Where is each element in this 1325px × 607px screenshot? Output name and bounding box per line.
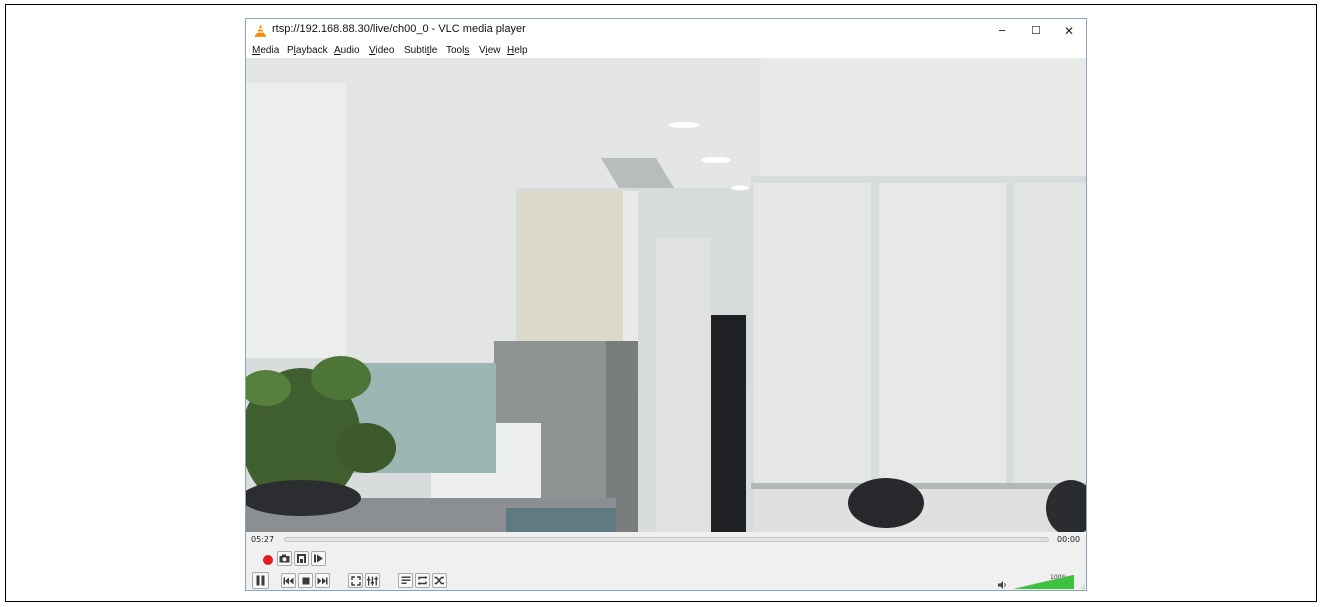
stop-icon xyxy=(302,577,309,584)
record-icon xyxy=(262,554,273,565)
menu-tools[interactable]: Tools xyxy=(446,45,469,56)
minimize-button[interactable]: − xyxy=(985,19,1019,43)
previous-icon xyxy=(283,577,294,584)
resize-grip[interactable] xyxy=(1079,583,1085,589)
playback-controls: 05:27 00:00 100% xyxy=(246,532,1086,590)
title-bar: rtsp://192.168.88.30/live/ch00_0 - VLC m… xyxy=(246,19,1086,43)
speaker-icon[interactable] xyxy=(998,581,1008,589)
camera-icon xyxy=(279,554,290,563)
equalizer-icon xyxy=(367,576,378,585)
menu-view[interactable]: View xyxy=(479,45,501,56)
menu-video[interactable]: Video xyxy=(369,45,394,56)
vlc-cone-icon xyxy=(255,24,266,37)
remaining-time[interactable]: 00:00 xyxy=(1057,535,1080,544)
previous-button[interactable] xyxy=(281,573,296,588)
seek-slider[interactable] xyxy=(284,537,1049,542)
menu-audio[interactable]: Audio xyxy=(334,45,360,56)
stop-button[interactable] xyxy=(298,573,313,588)
pause-button[interactable] xyxy=(252,572,269,589)
loop-button[interactable] xyxy=(415,573,430,588)
playlist-button[interactable] xyxy=(398,573,413,588)
record-button[interactable] xyxy=(260,552,275,567)
loop-ab-button[interactable] xyxy=(294,551,309,566)
vlc-window: rtsp://192.168.88.30/live/ch00_0 - VLC m… xyxy=(245,18,1087,591)
loop-icon xyxy=(417,576,428,585)
menu-bar: Media Playback Audio Video Subtitle Tool… xyxy=(246,43,1086,59)
menu-subtitle[interactable]: Subtitle xyxy=(404,45,437,56)
menu-help[interactable]: Help xyxy=(507,45,528,56)
loop-ab-icon xyxy=(297,554,306,563)
frame-step-icon xyxy=(314,554,323,563)
volume-slider[interactable] xyxy=(1014,575,1074,589)
menu-media[interactable]: Media xyxy=(252,45,279,56)
close-button[interactable]: ✕ xyxy=(1052,19,1086,43)
snapshot-button[interactable] xyxy=(277,551,292,566)
maximize-button[interactable]: ☐ xyxy=(1019,19,1053,43)
window-title: rtsp://192.168.88.30/live/ch00_0 - VLC m… xyxy=(272,23,526,35)
frame-step-button[interactable] xyxy=(311,551,326,566)
menu-playback[interactable]: Playback xyxy=(287,45,328,56)
extended-settings-button[interactable] xyxy=(365,573,380,588)
next-icon xyxy=(317,577,328,584)
shuffle-icon xyxy=(434,576,444,585)
next-button[interactable] xyxy=(315,573,330,588)
shuffle-button[interactable] xyxy=(432,573,447,588)
elapsed-time: 05:27 xyxy=(251,535,275,544)
pause-icon xyxy=(256,575,265,586)
playlist-icon xyxy=(401,576,410,584)
video-frame-image xyxy=(246,58,1086,532)
video-display[interactable] xyxy=(246,58,1086,532)
fullscreen-button[interactable] xyxy=(348,573,363,588)
fullscreen-icon xyxy=(350,575,361,586)
